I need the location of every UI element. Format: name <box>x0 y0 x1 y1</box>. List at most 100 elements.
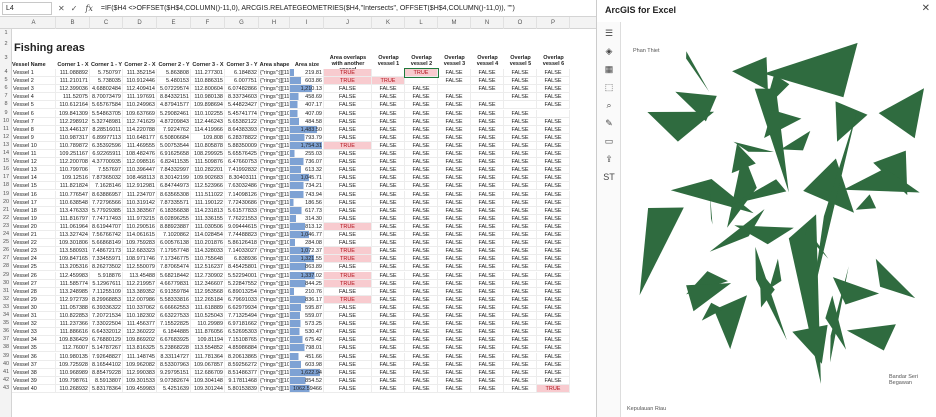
vessel-name-cell[interactable]: Vessel 37 <box>12 360 56 369</box>
data-cell[interactable]: 109.301533 <box>123 376 157 385</box>
overlap-cell[interactable]: FALSE <box>504 384 537 393</box>
overlap-cell[interactable]: FALSE <box>438 368 471 377</box>
data-cell[interactable]: 8.02896255 <box>157 214 191 223</box>
overlap-cell[interactable]: FALSE <box>537 287 570 296</box>
data-cell[interactable]: 1,321.55 <box>290 255 324 264</box>
overlap-cell[interactable]: FALSE <box>405 320 438 329</box>
data-cell[interactable]: 7.72430686 <box>225 198 259 207</box>
data-cell[interactable]: 111.876056 <box>191 328 225 337</box>
data-cell[interactable]: {"rings":[[[113 <box>259 247 290 256</box>
data-cell[interactable]: 407.17 <box>290 101 324 110</box>
overlap-cell[interactable]: FALSE <box>438 247 471 256</box>
vessel-name-cell[interactable]: Vessel 7 <box>12 117 56 126</box>
data-cell[interactable]: 210.76 <box>290 287 324 296</box>
overlap-cell[interactable]: FALSE <box>372 279 405 288</box>
data-cell[interactable]: 112.409414 <box>123 85 157 94</box>
data-cell[interactable]: 734.21 <box>290 182 324 191</box>
data-cell[interactable]: {"rings":[[[109 <box>259 174 290 183</box>
data-cell[interactable]: 111.277301 <box>191 69 225 77</box>
overlap-cell[interactable]: FALSE <box>471 117 504 126</box>
overlap-cell[interactable]: FALSE <box>324 214 372 223</box>
data-cell[interactable]: 5.65382122 <box>225 117 259 126</box>
data-cell[interactable]: 5.44823427 <box>225 101 259 110</box>
data-cell[interactable]: 113.476333 <box>56 206 90 215</box>
overlap-cell[interactable]: FALSE <box>405 101 438 110</box>
data-cell[interactable]: 108.482476 <box>123 150 157 158</box>
data-cell[interactable]: 5.22847552 <box>225 279 259 288</box>
column-header-p[interactable]: P <box>537 17 570 29</box>
vessel-name-cell[interactable]: Vessel 11 <box>12 150 56 158</box>
data-cell[interactable]: 7.33455971 <box>90 255 123 264</box>
bookmark-icon[interactable]: ▭ <box>602 134 616 148</box>
overlap-cell[interactable]: FALSE <box>471 198 504 207</box>
fishing-area-polygon[interactable] <box>754 88 789 193</box>
data-cell[interactable]: {"rings":[[[112 <box>259 344 290 353</box>
fishing-area-polygon[interactable] <box>878 88 924 139</box>
overlap-cell[interactable]: FALSE <box>504 109 537 118</box>
row-header[interactable]: 32 <box>0 296 12 302</box>
data-cell[interactable]: 114.419966 <box>191 125 225 134</box>
overlap-cell[interactable]: TRUE <box>372 77 405 86</box>
overlap-cell[interactable]: FALSE <box>438 295 471 304</box>
data-cell[interactable]: 111.210171 <box>56 77 90 86</box>
data-cell[interactable]: 6.47660753 <box>225 158 259 167</box>
overlap-cell[interactable]: FALSE <box>504 231 537 239</box>
data-cell[interactable]: 109.759283 <box>123 239 157 248</box>
data-cell[interactable]: 5.86126418 <box>225 239 259 248</box>
data-cell[interactable]: 314.30 <box>290 214 324 223</box>
overlap-cell[interactable]: FALSE <box>471 303 504 312</box>
data-cell[interactable]: 108.299925 <box>191 150 225 158</box>
overlap-cell[interactable]: FALSE <box>537 263 570 272</box>
data-cell[interactable]: {"rings":[[[113 <box>259 231 290 239</box>
data-cell[interactable]: {"rings":[[[113 <box>259 263 290 272</box>
column-header-b[interactable]: B <box>56 17 90 29</box>
data-cell[interactable]: 255.03 <box>290 150 324 158</box>
overlap-cell[interactable]: FALSE <box>372 214 405 223</box>
data-cell[interactable]: {"rings":[[[109 <box>259 255 290 264</box>
data-cell[interactable]: 6.18356838 <box>157 206 191 215</box>
data-cell[interactable]: 6.52695303 <box>225 328 259 337</box>
data-cell[interactable]: {"rings":[[[109 <box>259 109 290 118</box>
data-cell[interactable]: 9.09444615 <box>225 222 259 231</box>
row-header[interactable]: 11 <box>0 126 12 132</box>
data-cell[interactable]: 110.776547 <box>56 190 90 199</box>
overlap-cell[interactable]: FALSE <box>537 368 570 377</box>
data-cell[interactable]: 6.007751 <box>225 77 259 86</box>
data-cell[interactable]: 109.798761 <box>56 376 90 385</box>
row-header[interactable]: 3 <box>0 55 12 61</box>
data-cell[interactable]: 5.68218442 <box>157 271 191 280</box>
data-cell[interactable]: 6.66662553 <box>157 303 191 312</box>
overlap-cell[interactable]: FALSE <box>405 214 438 223</box>
overlap-cell[interactable]: FALSE <box>324 150 372 158</box>
data-cell[interactable]: 5.52294001 <box>225 271 259 280</box>
overlap-cell[interactable]: FALSE <box>405 125 438 134</box>
header-cell[interactable]: Corner 2 - Y <box>157 62 191 68</box>
overlap-cell[interactable]: FALSE <box>405 133 438 142</box>
row-header[interactable]: 9 <box>0 110 12 116</box>
data-cell[interactable]: 113.389352 <box>123 287 157 296</box>
data-cell[interactable]: {"rings":[[[112 <box>259 158 290 167</box>
overlap-cell[interactable]: FALSE <box>471 247 504 256</box>
overlap-cell[interactable]: FALSE <box>372 101 405 110</box>
overlap-cell[interactable]: FALSE <box>471 158 504 167</box>
data-cell[interactable]: 110.789872 <box>56 141 90 150</box>
data-cell[interactable]: 112.550079 <box>123 263 157 272</box>
data-cell[interactable]: 113.327424 <box>56 231 90 239</box>
data-cell[interactable]: 458.69 <box>290 93 324 102</box>
data-cell[interactable]: {"rings":[[[110 <box>259 384 290 393</box>
overlap-cell[interactable]: FALSE <box>504 295 537 304</box>
data-cell[interactable]: 111.088892 <box>56 69 90 77</box>
overlap-cell[interactable]: FALSE <box>537 214 570 223</box>
column-header-n[interactable]: N <box>471 17 504 29</box>
overlap-cell[interactable]: FALSE <box>471 214 504 223</box>
data-cell[interactable]: 108.468113 <box>123 174 157 183</box>
overlap-cell[interactable]: FALSE <box>405 312 438 320</box>
data-cell[interactable]: 109.251167 <box>56 150 90 158</box>
overlap-cell[interactable]: FALSE <box>405 344 438 353</box>
data-cell[interactable]: {"rings":[[[111 <box>259 303 290 312</box>
measure-icon[interactable]: ✎ <box>602 116 616 130</box>
data-cell[interactable]: {"rings":[[[111 <box>259 328 290 337</box>
overlap-cell[interactable]: FALSE <box>438 360 471 369</box>
overlap-cell[interactable]: FALSE <box>537 376 570 385</box>
row-header[interactable]: 15 <box>0 158 12 164</box>
